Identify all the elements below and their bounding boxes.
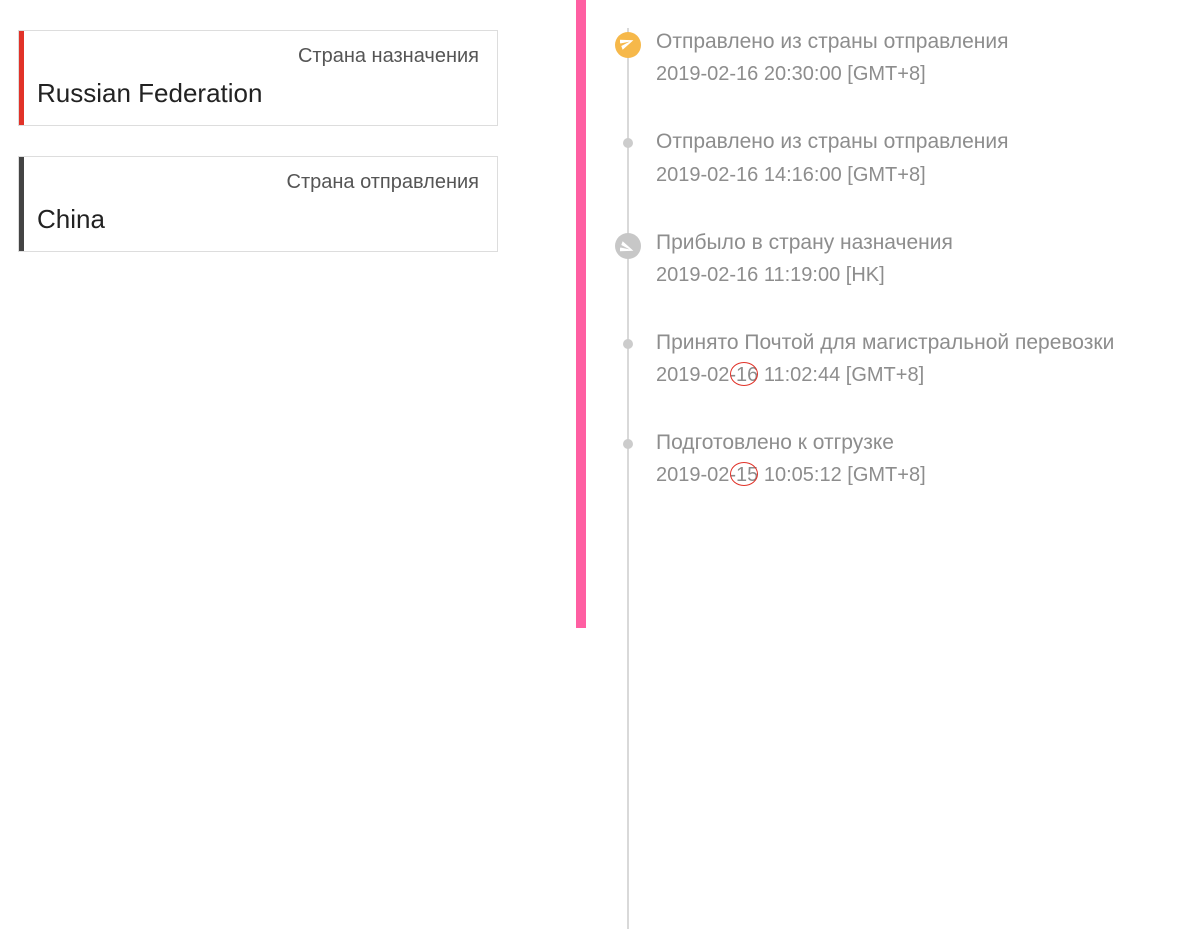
event-date-text: 2019-02-15 10:05:12 [GMT+8] <box>656 464 926 486</box>
event-date-text: 2019-02-16 11:02:44 [GMT+8] <box>656 364 924 386</box>
dot-icon <box>623 339 633 349</box>
divider-bar <box>576 0 586 628</box>
destination-value: Russian Federation <box>37 78 479 109</box>
plane-down-icon <box>615 233 641 259</box>
timeline-event: Принято Почтой для магистральной перевоз… <box>612 329 1180 387</box>
destination-accent <box>19 31 24 125</box>
event-title: Отправлено из страны отправления <box>656 28 1180 55</box>
event-title: Отправлено из страны отправления <box>656 128 1180 155</box>
timeline-event: Подготовлено к отгрузке 2019-02-15 10:05… <box>612 429 1180 487</box>
event-date: 2019-02-16 11:19:00 [HK] <box>656 264 1180 287</box>
event-date: 2019-02-16 14:16:00 [GMT+8] <box>656 164 1180 187</box>
event-date: 2019-02-15 10:05:12 [GMT+8] <box>656 464 1180 487</box>
event-date: 2019-02-16 11:02:44 [GMT+8] <box>656 364 1180 387</box>
event-title: Принято Почтой для магистральной перевоз… <box>656 329 1180 356</box>
event-date: 2019-02-16 20:30:00 [GMT+8] <box>656 63 1180 86</box>
timeline-event: Прибыло в страну назначения 2019-02-16 1… <box>612 229 1180 287</box>
event-title: Подготовлено к отгрузке <box>656 429 1180 456</box>
origin-label: Страна отправления <box>37 171 479 194</box>
origin-accent <box>19 157 24 251</box>
plane-up-icon <box>615 32 641 58</box>
dot-icon <box>623 138 633 148</box>
dot-icon <box>623 439 633 449</box>
timeline-event: Отправлено из страны отправления 2019-02… <box>612 128 1180 186</box>
event-title: Прибыло в страну назначения <box>656 229 1180 256</box>
timeline-event: Отправлено из страны отправления 2019-02… <box>612 28 1180 86</box>
origin-card: Страна отправления China <box>18 156 498 252</box>
tracking-timeline: Отправлено из страны отправления 2019-02… <box>612 28 1180 529</box>
origin-value: China <box>37 204 479 235</box>
destination-card: Страна назначения Russian Federation <box>18 30 498 126</box>
country-panel: Страна назначения Russian Federation Стр… <box>18 30 498 282</box>
destination-label: Страна назначения <box>37 45 479 68</box>
